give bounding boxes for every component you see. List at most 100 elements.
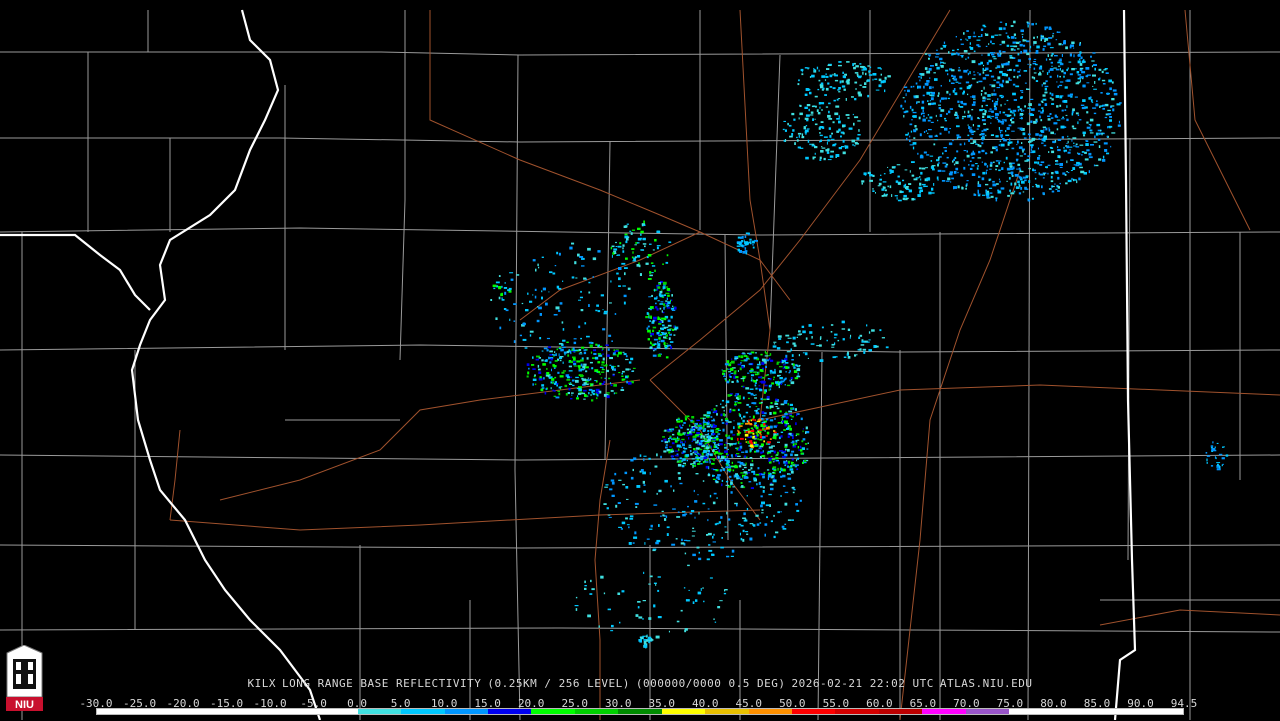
echo-pixel [643,224,646,226]
echo-pixel [909,105,912,109]
echo-pixel [541,384,545,387]
echo-pixel [967,36,972,38]
echo-pixel [826,68,830,70]
echo-pixel [714,444,716,446]
echo-pixel [677,440,679,442]
echo-pixel [1106,92,1109,95]
echo-pixel [834,79,839,82]
echo-pixel [578,348,582,351]
echo-pixel [773,378,775,381]
echo-pixel [720,403,722,405]
echo-pixel [997,119,1001,123]
echo-pixel [658,524,660,527]
echo-pixel [749,450,752,452]
echo-pixel [827,114,831,118]
echo-pixel [653,343,657,346]
echo-pixel [713,408,716,411]
echo-pixel [1021,33,1024,35]
echo-pixel [657,343,661,346]
echo-pixel [660,327,662,330]
echo-pixel [917,194,921,197]
echo-pixel [733,474,736,478]
echo-pixel [613,366,616,368]
echo-pixel [650,316,652,319]
echo-pixel [872,190,875,192]
echo-pixel [567,354,570,357]
echo-pixel [1095,164,1099,167]
echo-pixel [747,372,750,374]
echo-pixel [559,375,564,378]
echo-pixel [778,461,780,465]
echo-pixel [752,437,755,439]
echo-pixel [717,433,721,435]
echo-pixel [591,367,594,370]
echo-pixel [741,365,744,369]
echo-pixel [705,459,709,461]
echo-pixel [1040,119,1043,122]
echo-pixel [1017,127,1020,129]
echo-pixel [796,433,800,436]
echo-pixel [1029,66,1031,68]
echo-pixel [790,453,793,457]
echo-pixel [675,426,678,428]
echo-pixel [1107,113,1112,115]
echo-pixel [991,43,995,45]
echo-pixel [838,64,842,67]
echo-pixel [936,49,938,51]
echo-pixel [541,350,544,352]
echo-pixel [1066,79,1071,82]
echo-pixel [905,197,909,200]
echo-pixel [670,485,672,488]
echo-pixel [714,448,718,450]
echo-pixel [724,589,728,591]
echo-pixel [781,525,785,528]
echo-pixel [981,54,983,56]
echo-pixel [1094,67,1096,71]
echo-pixel [601,361,605,364]
echo-pixel [667,345,671,347]
echo-pixel [1061,118,1065,120]
echo-pixel [814,146,818,149]
echo-pixel [657,286,661,289]
echo-pixel [652,326,657,329]
echo-pixel [741,417,743,420]
echo-pixel [827,82,830,85]
radar-echoes [490,20,1229,649]
echo-pixel [742,375,747,378]
echo-pixel [790,381,795,385]
echo-pixel [649,575,653,578]
echo-pixel [913,129,917,133]
echo-pixel [552,381,554,384]
echo-pixel [985,45,988,47]
echo-pixel [1077,60,1081,64]
echo-pixel [828,127,831,130]
echo-pixel [804,67,808,69]
echo-pixel [998,34,1002,36]
echo-pixel [992,93,997,96]
echo-pixel [599,382,602,385]
echo-pixel [773,514,775,517]
echo-pixel [1064,86,1068,89]
echo-pixel [766,469,770,471]
echo-pixel [842,338,845,341]
echo-pixel [840,131,844,134]
echo-pixel [632,468,634,472]
echo-pixel [744,235,747,238]
echo-pixel [1016,144,1018,146]
echo-pixel [806,104,811,107]
echo-pixel [648,457,651,460]
echo-pixel [834,356,838,358]
echo-pixel [672,508,676,510]
echo-pixel [649,320,651,322]
echo-pixel [923,131,926,133]
echo-pixel [866,324,868,327]
echo-pixel [783,401,788,404]
echo-pixel [964,142,966,146]
echo-pixel [969,137,973,139]
echo-pixel [990,151,993,154]
echo-pixel [733,420,735,422]
echo-pixel [725,442,727,444]
echo-pixel [740,362,742,364]
echo-pixel [730,372,734,374]
echo-pixel [743,415,746,418]
